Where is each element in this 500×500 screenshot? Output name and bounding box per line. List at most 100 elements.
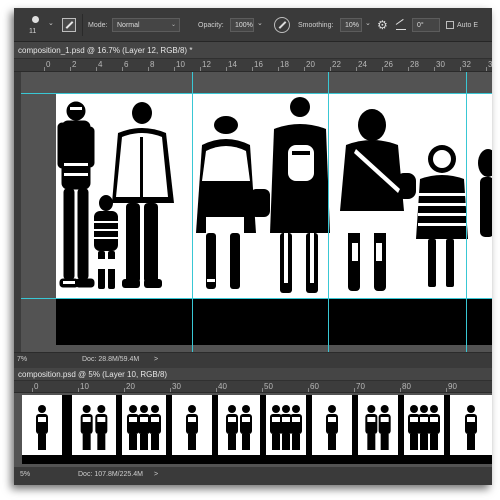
ruler-tick <box>226 67 227 71</box>
overview-panel <box>122 395 166 455</box>
smoothing-slider-toggle[interactable]: ⌄ <box>365 19 371 27</box>
overview-panel <box>312 395 352 455</box>
ruler-tick <box>174 67 175 71</box>
figure-legs <box>140 434 148 450</box>
guide-vertical[interactable] <box>192 72 193 352</box>
ruler-tick <box>400 388 401 392</box>
people-silhouettes-thumbnail <box>226 405 252 450</box>
ruler-label: 30 <box>436 60 445 69</box>
overview-panel <box>404 395 444 455</box>
opacity-value: 100% <box>235 22 253 29</box>
figure-detail <box>272 417 280 422</box>
figure-head <box>140 405 148 413</box>
figure-legs <box>420 434 428 450</box>
mode-dropdown[interactable]: Normal ⌄ <box>112 18 180 32</box>
chevron-down-icon: ⌄ <box>170 22 176 28</box>
figure-detail <box>129 417 137 422</box>
zoom-level[interactable]: 5% <box>20 471 30 478</box>
opacity-input[interactable]: 100% <box>230 18 254 32</box>
overview-panel <box>358 395 398 455</box>
figure-head <box>242 405 250 413</box>
figure-head <box>38 405 46 413</box>
ruler-label: 0 <box>34 382 39 391</box>
ruler-label: 20 <box>306 60 315 69</box>
brush-panel-toggle-icon[interactable] <box>62 18 76 32</box>
ruler-tick <box>434 67 435 71</box>
figure-legs <box>272 434 280 450</box>
chevron-down-icon[interactable]: ⌄ <box>48 19 54 27</box>
canvas-artwork[interactable] <box>56 93 492 345</box>
figure-legs <box>292 434 300 450</box>
figure-legs <box>82 434 91 450</box>
zoom-level[interactable]: 7% <box>17 356 27 363</box>
guide-horizontal[interactable] <box>21 298 492 299</box>
auto-erase-checkbox[interactable] <box>446 21 454 29</box>
figure-head <box>467 405 475 413</box>
ruler-tick <box>124 388 125 392</box>
angle-icon <box>395 19 407 31</box>
ruler-tick <box>170 388 171 392</box>
figure-head <box>129 405 137 413</box>
guide-vertical[interactable] <box>466 72 467 352</box>
ruler-label: 8 <box>150 60 155 69</box>
ruler-label: 20 <box>126 382 135 391</box>
figure-detail <box>367 417 376 422</box>
brush-preset-picker[interactable]: 11 <box>28 14 46 40</box>
ruler-tick <box>262 388 263 392</box>
overview-panel <box>218 395 260 455</box>
figure-detail <box>82 417 91 422</box>
figure-detail <box>188 417 196 422</box>
document-size[interactable]: Doc: 107.8M/225.4M <box>78 471 143 478</box>
overview-panel <box>266 395 306 455</box>
ruler-tick <box>304 67 305 71</box>
mode-label: Mode: <box>88 22 108 29</box>
status-menu-arrow[interactable]: > <box>154 356 158 363</box>
figure-legs <box>367 434 376 450</box>
people-silhouettes-thumbnail <box>408 405 440 450</box>
document-title: composition.psd @ 5% (Layer 10, RGB/8) <box>18 370 168 379</box>
people-silhouettes-thumbnail <box>36 405 48 450</box>
ruler-tick <box>32 388 33 392</box>
figure-head <box>420 405 428 413</box>
figure-legs <box>97 434 106 450</box>
vertical-ruler[interactable] <box>14 72 21 352</box>
figure-detail <box>420 417 428 422</box>
ruler-label: 16 <box>254 60 263 69</box>
status-menu-arrow[interactable]: > <box>154 471 158 478</box>
ruler-label: 6 <box>124 60 129 69</box>
horizontal-ruler[interactable]: 0102030405060708090100 <box>14 381 492 393</box>
figure-legs <box>430 434 438 450</box>
canvas-artwork-overview[interactable] <box>22 395 492 464</box>
document-tab-composition-1[interactable]: composition_1.psd @ 16.7% (Layer 12, RGB… <box>14 42 492 59</box>
ruler-label: 40 <box>218 382 227 391</box>
document-tab-composition[interactable]: composition.psd @ 5% (Layer 10, RGB/8) <box>14 368 492 381</box>
document-size[interactable]: Doc: 28.8M/59.4M <box>82 356 139 363</box>
ruler-tick <box>96 67 97 71</box>
ruler-label: 60 <box>310 382 319 391</box>
ruler-label: 24 <box>358 60 367 69</box>
figure-legs <box>410 434 418 450</box>
figure-legs <box>467 434 475 450</box>
ruler-tick <box>44 67 45 71</box>
overview-panel <box>450 395 492 455</box>
guide-vertical[interactable] <box>328 72 329 352</box>
horizontal-ruler[interactable]: 0246810121416182022242628303234 <box>14 59 492 72</box>
ruler-tick <box>356 67 357 71</box>
smoothing-input[interactable]: 10% <box>340 18 362 32</box>
guide-horizontal[interactable] <box>21 93 492 94</box>
ruler-label: 10 <box>176 60 185 69</box>
ruler-label: 12 <box>202 60 211 69</box>
figure-detail <box>292 417 300 422</box>
ruler-tick <box>446 388 447 392</box>
figure-head <box>228 405 236 413</box>
figure-detail <box>242 417 250 422</box>
gear-icon[interactable]: ⚙ <box>377 19 388 31</box>
figure-legs <box>188 434 196 450</box>
angle-input[interactable]: 0° <box>412 18 440 32</box>
ruler-label: 50 <box>264 382 273 391</box>
pressure-opacity-icon[interactable] <box>274 17 290 33</box>
overview-panel <box>72 395 116 455</box>
figure-legs <box>151 434 159 450</box>
opacity-slider-toggle[interactable]: ⌄ <box>257 19 263 27</box>
ruler-tick <box>78 388 79 392</box>
